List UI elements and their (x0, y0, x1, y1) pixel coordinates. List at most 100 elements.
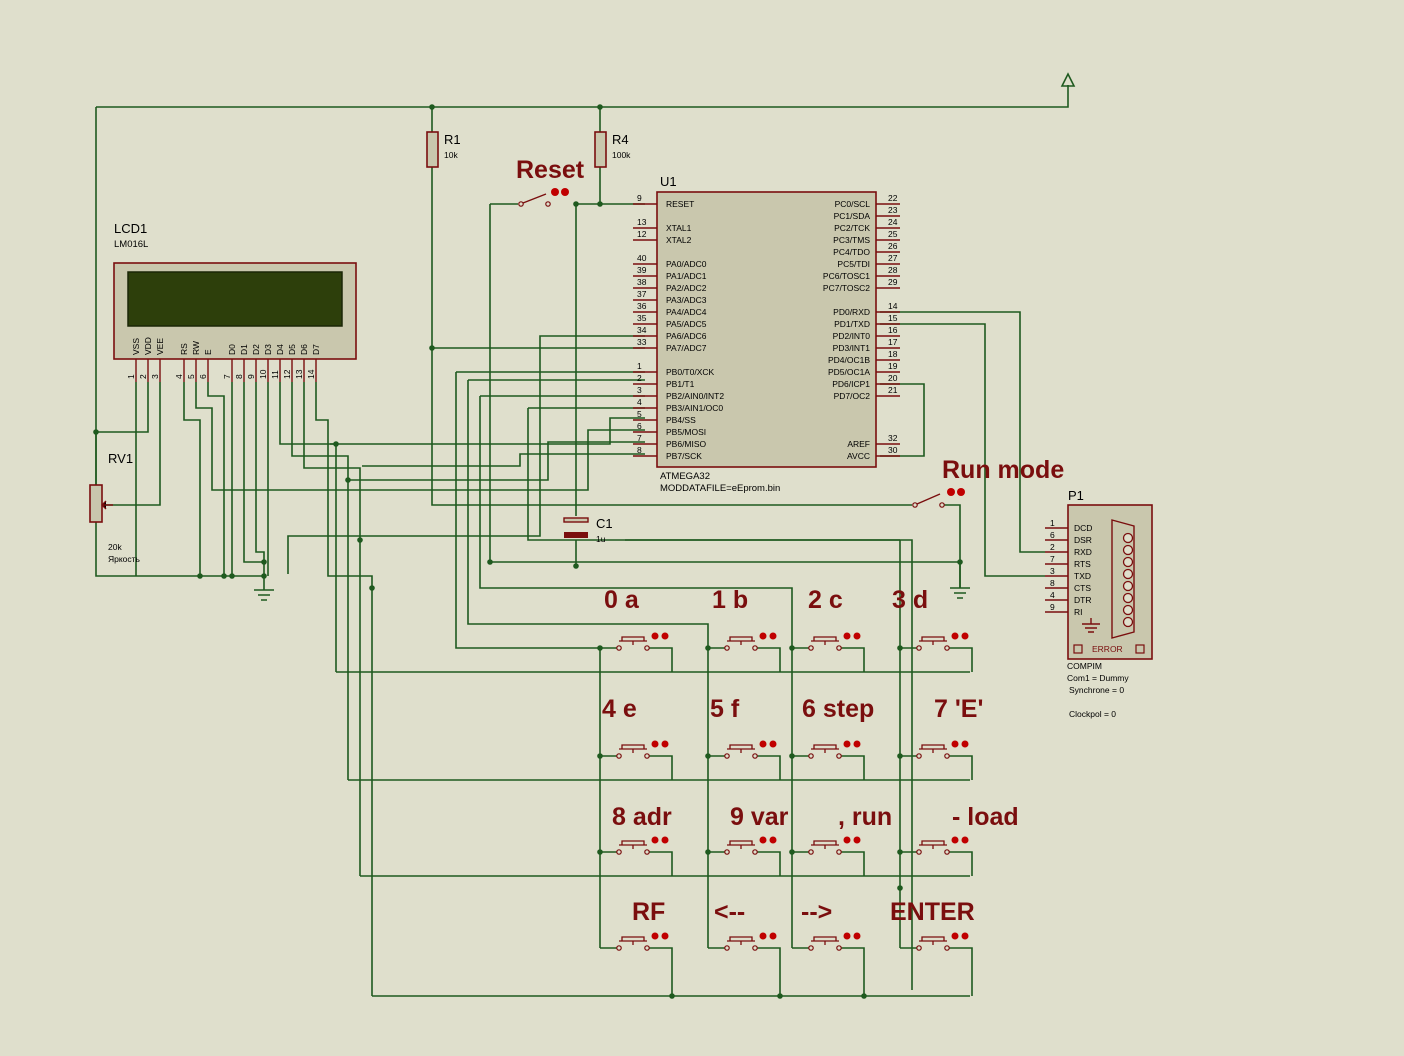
rv1-body (89, 484, 103, 523)
mcu-left-pin-number: 6 (637, 421, 642, 431)
mcu-right-pin-number: 18 (888, 349, 898, 359)
c1-ref: C1 (596, 516, 613, 531)
mcu-right-pin-label: AREF (847, 439, 870, 449)
c1-value: 1u (596, 534, 606, 544)
lcd-pin-label: VEE (155, 338, 165, 355)
junction-dot (597, 645, 603, 651)
mcu-right-pin-number: 27 (888, 253, 898, 263)
lcd-model: LM016L (114, 239, 148, 250)
mcu-right-pin-number: 28 (888, 265, 898, 275)
lcd-pin-number: 11 (270, 370, 280, 379)
mcu-left-pin-number: 33 (637, 337, 647, 347)
p1-pin-label: DCD (1074, 523, 1092, 533)
lcd-pin-label: D5 (287, 344, 297, 355)
lcd-pin-number: 5 (186, 374, 196, 379)
lcd-pin-number: 7 (222, 374, 232, 379)
keypad-key-label: --> (801, 898, 832, 926)
mcu-right-pin-label: PD7/OC2 (834, 391, 871, 401)
junction-dot (597, 201, 603, 207)
mcu-left-pin-number: 39 (637, 265, 647, 275)
keypad-key-label: 4 e (602, 695, 637, 723)
junction-dot (777, 993, 783, 999)
mcu-left-pin-number: 35 (637, 313, 647, 323)
mcu-right-pin-number: 21 (888, 385, 898, 395)
junction-dot (369, 585, 375, 591)
mcu-left-pin-number: 1 (637, 361, 642, 371)
mcu-left-pin-label: XTAL1 (666, 223, 692, 233)
mcu-ref: U1 (660, 174, 677, 189)
mcu-left-pin-number: 40 (637, 253, 647, 263)
junction-dot (861, 993, 867, 999)
mcu-left-pin-number: 4 (637, 397, 642, 407)
mcu-right-pin-label: PC1/SDA (834, 211, 871, 221)
keypad-key-label: <-- (714, 898, 745, 926)
mcu-right-pin-number: 15 (888, 313, 898, 323)
keypad-key-label: 7 'E' (934, 695, 983, 723)
lcd-pin-label: D2 (251, 344, 261, 355)
mcu-left-pin-number: 34 (637, 325, 647, 335)
mcu-right-pin-number: 26 (888, 241, 898, 251)
reset-switch[interactable]: Reset (516, 156, 585, 207)
db9-contact (1122, 580, 1134, 592)
lcd-pin-label: D7 (311, 344, 321, 355)
p1-pin-number: 1 (1050, 518, 1055, 528)
lcd-pin-label: D1 (239, 344, 249, 355)
junction-dot (573, 563, 579, 569)
keypad-key-label: 3 d (892, 586, 928, 614)
mcu-right-pin-label: PD4/OC1B (828, 355, 870, 365)
lcd-pin-number: 6 (198, 374, 208, 379)
junction-dot (597, 849, 603, 855)
mcu-right-pin-number: 32 (888, 433, 898, 443)
mcu-left-pin-label: PA1/ADC1 (666, 271, 707, 281)
mcu-left-pin-label: PA2/ADC2 (666, 283, 707, 293)
lcd-pin-number: 9 (246, 374, 256, 379)
keypad-key-label: 2 c (808, 586, 843, 614)
p1-pin-label: DTR (1074, 595, 1091, 605)
mcu-left-pin-label: RESET (666, 199, 694, 209)
p1-pin-label: CTS (1074, 583, 1091, 593)
mcu-left-pin-label: PB1/T1 (666, 379, 695, 389)
lcd-pin-number: 10 (258, 369, 268, 379)
keypad-key-label: - load (952, 803, 1019, 831)
mcu-right-pin-label: PD6/ICP1 (832, 379, 870, 389)
mcu-left-pin-number: 13 (637, 217, 647, 227)
mcu-right-pin-label: PC0/SCL (835, 199, 871, 209)
mcu-left-pin-label: PA7/ADC7 (666, 343, 707, 353)
mcu-right-pin-label: PC6/TOSC1 (823, 271, 870, 281)
junction-dot (429, 104, 435, 110)
keypad-key-label: 8 adr (612, 803, 672, 831)
mcu-left-pin-label: XTAL2 (666, 235, 692, 245)
p1-pin-number: 4 (1050, 590, 1055, 600)
junction-dot (487, 559, 493, 565)
junction-dot (789, 849, 795, 855)
mcu-left-pin-label: PA4/ADC4 (666, 307, 707, 317)
mcu-right-pin-number: 25 (888, 229, 898, 239)
junction-dot (229, 573, 235, 579)
mcu-left-pin-label: PB4/SS (666, 415, 696, 425)
lcd-pin-label: D0 (227, 344, 237, 355)
lcd-pin-number: 12 (282, 369, 292, 379)
runmode-switch[interactable]: Run mode (912, 456, 1065, 508)
mcu-right-pin-label: PC7/TOSC2 (823, 283, 870, 293)
resistor-r1: R1 10k (426, 131, 461, 168)
junction-dot (897, 849, 903, 855)
lcd-pin-number: 14 (306, 369, 316, 379)
mcu-left-pin-label: PB5/MOSI (666, 427, 706, 437)
mcu-right-pin-label: PC3/TMS (833, 235, 870, 245)
mcu-right-pin-label: PD1/TXD (834, 319, 870, 329)
junction-dot (897, 885, 903, 891)
junction-dot (705, 645, 711, 651)
junction-dot (261, 559, 267, 565)
p1-pin-number: 8 (1050, 578, 1055, 588)
mcu-left-pin-number: 37 (637, 289, 647, 299)
schematic-canvas: LCD1 LM016L VSS 1 VDD 2 VEE 3 RS 4 RW 5 E 6 D0 7 D1 8 D2… (89, 72, 1153, 999)
keypad-key-label: 6 step (802, 695, 874, 723)
mcu-right-pin-label: PC2/TCK (834, 223, 870, 233)
keypad-key-label: 0 a (604, 586, 640, 614)
junction-dot (221, 573, 227, 579)
potentiometer-rv1: RV1 20k Яркость (89, 432, 141, 564)
mcu-right-pin-number: 30 (888, 445, 898, 455)
p1-pin-label: DSR (1074, 535, 1092, 545)
resistor-r4: R4 100k (594, 131, 631, 168)
runmode-label: Run mode (942, 456, 1064, 484)
